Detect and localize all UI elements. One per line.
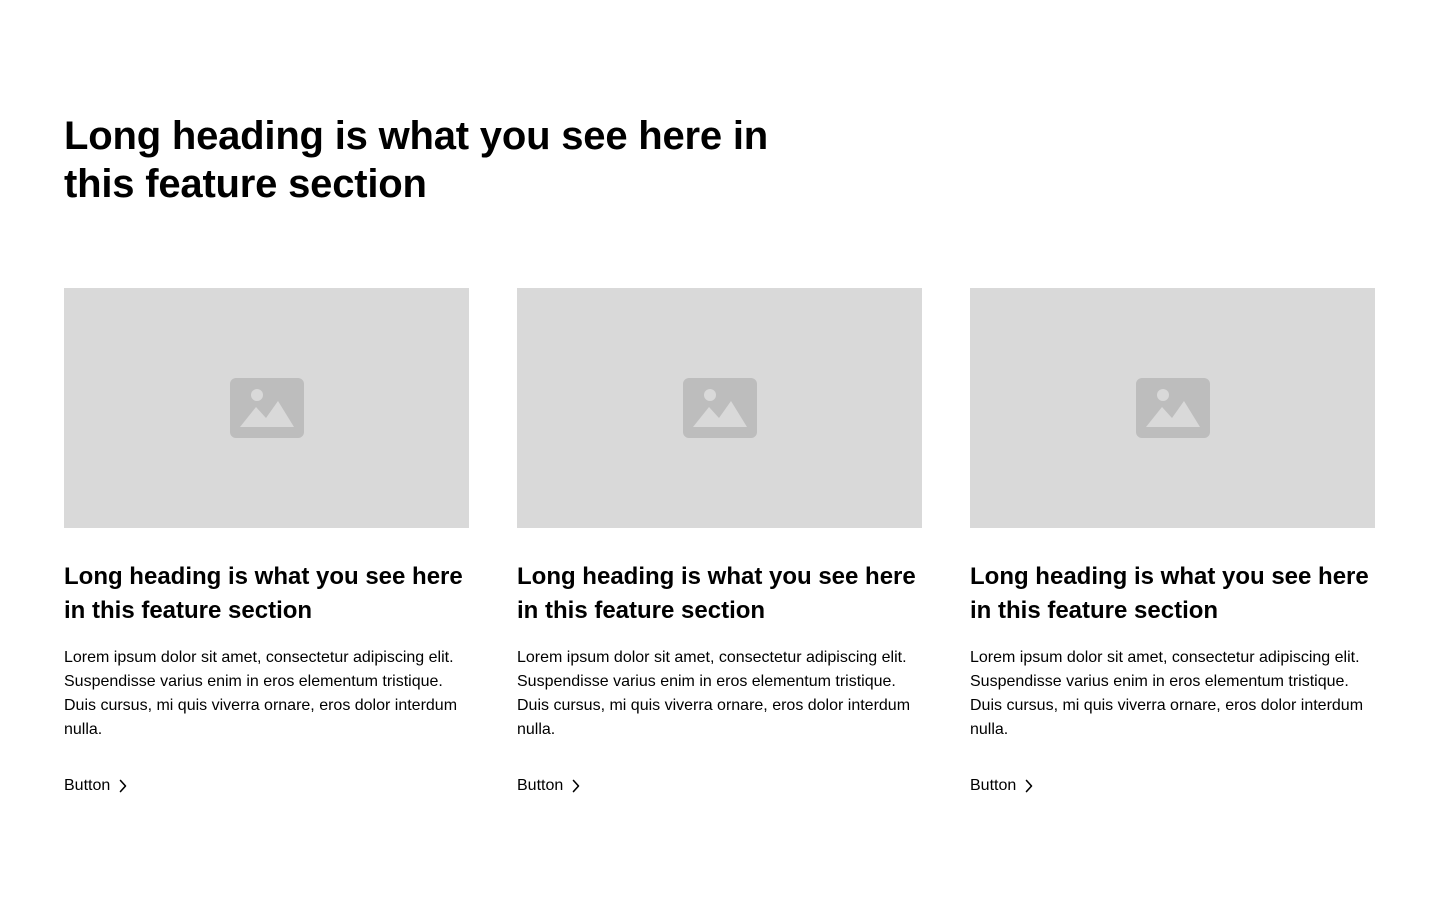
image-placeholder-icon [1135,378,1210,438]
card-button[interactable]: Button [517,774,581,798]
card-image-placeholder [970,288,1375,528]
chevron-right-icon [571,779,581,793]
chevron-right-icon [118,779,128,793]
card-text: Lorem ipsum dolor sit amet, consectetur … [64,649,458,738]
card-text: Lorem ipsum dolor sit amet, consectetur … [517,649,911,738]
feature-card: Long heading is what you see here in thi… [970,288,1375,798]
feature-section: Long heading is what you see here in thi… [0,0,1440,798]
section-heading: Long heading is what you see here in thi… [64,114,769,206]
card-heading: Long heading is what you see here in thi… [64,563,463,624]
card-button-label: Button [517,777,564,794]
feature-card: Long heading is what you see here in thi… [64,288,469,798]
card-heading: Long heading is what you see here in thi… [970,563,1369,624]
chevron-right-icon [1024,779,1034,793]
card-button[interactable]: Button [64,774,128,798]
image-placeholder-icon [682,378,757,438]
image-placeholder-icon [229,378,304,438]
card-text: Lorem ipsum dolor sit amet, consectetur … [970,649,1364,738]
feature-card: Long heading is what you see here in thi… [517,288,922,798]
card-heading: Long heading is what you see here in thi… [517,563,916,624]
feature-cards: Long heading is what you see here in thi… [64,288,1376,798]
card-button-label: Button [970,777,1017,794]
card-image-placeholder [517,288,922,528]
card-image-placeholder [64,288,469,528]
card-button[interactable]: Button [970,774,1034,798]
card-button-label: Button [64,777,111,794]
